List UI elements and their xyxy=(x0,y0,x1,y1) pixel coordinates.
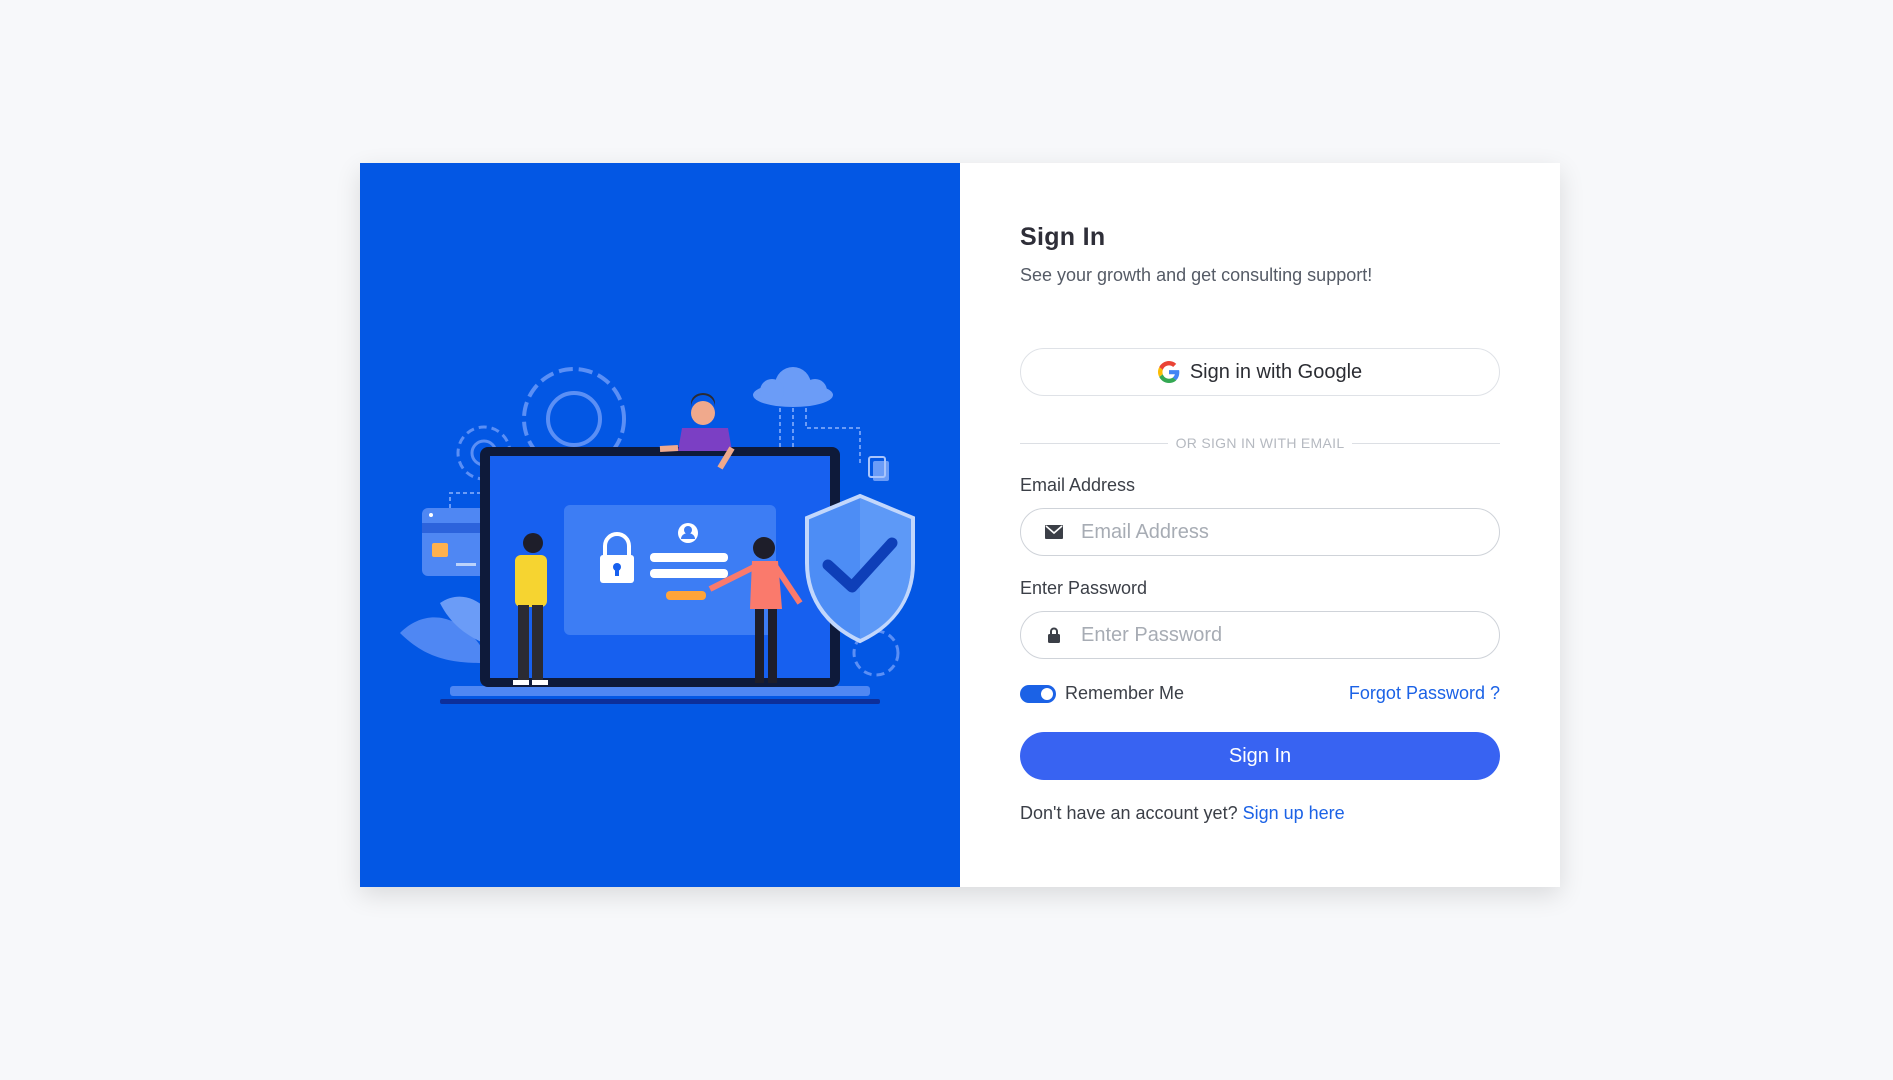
laptop-base xyxy=(450,686,870,696)
page-subtitle: See your growth and get consulting suppo… xyxy=(1020,265,1373,285)
illustration-panel xyxy=(360,163,960,887)
envelope-icon xyxy=(1039,525,1069,539)
document-icon xyxy=(868,456,889,481)
user-avatar-icon xyxy=(678,523,698,543)
signup-prompt: Don't have an account yet? Sign up here xyxy=(1020,803,1345,824)
forgot-password-link[interactable]: Forgot Password ? xyxy=(1349,683,1500,704)
divider-line-left xyxy=(1020,442,1168,444)
cloud-icon xyxy=(753,367,833,407)
email-divider: OR SIGN IN WITH EMAIL xyxy=(1020,433,1500,453)
remember-me-label: Remember Me xyxy=(1065,683,1185,703)
remember-me-toggle[interactable]: Remember Me xyxy=(1020,683,1184,704)
sign-up-link[interactable]: Sign up here xyxy=(1243,803,1345,823)
sign-in-card: Sign In See your growth and get consulti… xyxy=(360,163,1560,887)
email-input[interactable] xyxy=(1079,519,1499,545)
lock-icon xyxy=(1039,627,1069,643)
sign-in-form: Sign In See your growth and get consulti… xyxy=(960,163,1560,887)
email-field[interactable] xyxy=(1020,508,1500,556)
divider-text: OR SIGN IN WITH EMAIL xyxy=(1175,435,1345,451)
password-field[interactable] xyxy=(1020,611,1500,659)
google-logo-icon xyxy=(1157,361,1180,383)
toggle-switch[interactable] xyxy=(1020,684,1056,703)
password-label: Enter Password xyxy=(1020,578,1148,598)
google-button-label: Sign in with Google xyxy=(1189,360,1363,383)
signup-prompt-text: Don't have an account yet? xyxy=(1020,803,1238,823)
page-title: Sign In xyxy=(1020,223,1106,251)
password-input[interactable] xyxy=(1079,622,1499,648)
sign-in-button[interactable]: Sign In xyxy=(1020,732,1500,780)
credit-card-icon xyxy=(422,508,486,576)
google-sign-in-button[interactable]: Sign in with Google xyxy=(1020,348,1500,396)
divider-line-right xyxy=(1352,442,1500,444)
email-label: Email Address xyxy=(1020,475,1136,495)
security-illustration xyxy=(400,367,915,704)
